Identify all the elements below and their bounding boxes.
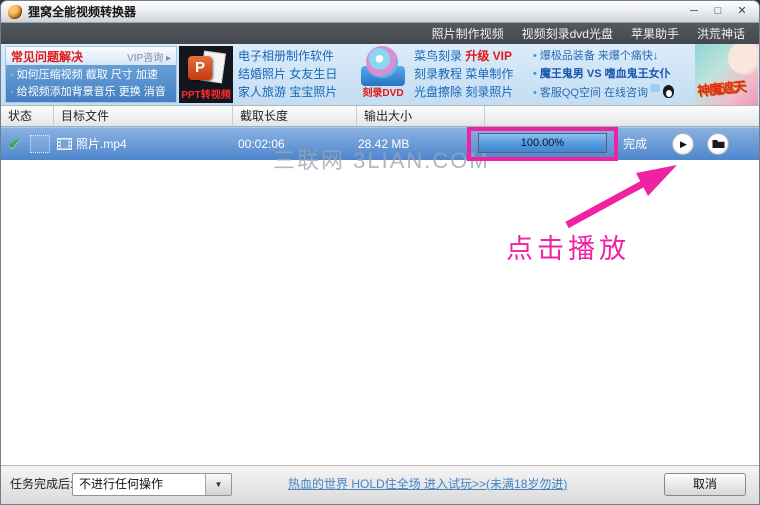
album-link-software[interactable]: 电子相册制作软件 bbox=[238, 47, 352, 65]
qq-penguin-icon bbox=[663, 85, 674, 98]
burn-link-newbie-label[interactable]: 菜鸟刻录 bbox=[414, 49, 465, 63]
column-header-output-size: 输出大小 bbox=[357, 106, 485, 126]
after-task-dropdown[interactable]: 不进行任何操作 ▼ bbox=[72, 473, 232, 496]
promo-game-link[interactable]: 热血的世界 HOLD住全场 进入试玩>>(未满18岁勿进) bbox=[288, 466, 567, 503]
ad-link-equipment[interactable]: •爆极品装备 来爆个痛快↓ bbox=[533, 47, 693, 65]
dvd-art bbox=[360, 46, 406, 86]
faq-links: ·如何压缩视频 截取 尺寸 加速 ·给视频添加背景音乐 更换 消音 bbox=[6, 65, 176, 102]
title-bar: 狸窝全能视频转换器 ─ □ ✕ bbox=[1, 1, 759, 23]
play-icon: ▶ bbox=[680, 139, 687, 150]
album-link-wedding[interactable]: 结婚照片 女友生日 bbox=[238, 65, 352, 83]
file-name: 照片.mp4 bbox=[76, 128, 127, 160]
burn-dvd-ad[interactable]: 刻录DVD bbox=[355, 46, 411, 103]
menu-item-apple-assistant[interactable]: 苹果助手 bbox=[631, 25, 679, 42]
ppt-logo-icon: P bbox=[188, 56, 212, 80]
film-icon bbox=[57, 138, 72, 150]
promo-banner: 常见问题解决 VIP咨询 ▸ ·如何压缩视频 截取 尺寸 加速 ·给视频添加背景… bbox=[1, 44, 759, 105]
bullet-icon: · bbox=[10, 86, 14, 98]
burn-link-newbie[interactable]: 菜鸟刻录 升级 VIP bbox=[414, 47, 530, 65]
success-check-icon: ✔ bbox=[8, 135, 21, 153]
app-logo-icon bbox=[8, 5, 22, 19]
bullet-icon: • bbox=[533, 87, 537, 99]
burn-link-tutorial[interactable]: 刻录教程 菜单制作 bbox=[414, 65, 530, 83]
faq-link-compress[interactable]: ·如何压缩视频 截取 尺寸 加速 bbox=[10, 67, 176, 84]
minimize-button[interactable]: ─ bbox=[685, 4, 703, 19]
menu-item-video-burn-dvd[interactable]: 视频刻录dvd光盘 bbox=[522, 25, 613, 42]
watermark: 三联网 3LIAN.COM bbox=[273, 143, 490, 175]
file-table-header: 状态 目标文件 截取长度 输出大小 bbox=[1, 105, 759, 127]
game-banner-title: 神魔遮天 bbox=[696, 76, 746, 100]
progress-bar: 100.00% bbox=[478, 133, 607, 153]
ad-link-qq-label[interactable]: 客服QQ空间 在线咨询 bbox=[540, 87, 648, 99]
faq-link-bgm-label[interactable]: 给视频添加背景音乐 更换 消音 bbox=[17, 86, 166, 98]
ppt-to-video-ad[interactable]: P PPT转视频 bbox=[179, 46, 233, 103]
menu-item-game-promo[interactable]: 洪荒神话 bbox=[697, 25, 745, 42]
album-link-family[interactable]: 家人旅游 宝宝照片 bbox=[238, 83, 352, 101]
faq-panel: 常见问题解决 VIP咨询 ▸ ·如何压缩视频 截取 尺寸 加速 ·给视频添加背景… bbox=[5, 46, 177, 103]
cancel-button[interactable]: 取消 bbox=[664, 473, 746, 496]
bullet-icon: • bbox=[533, 50, 537, 62]
menu-bar: 照片制作视频 视频刻录dvd光盘 苹果助手 洪荒神话 bbox=[1, 23, 759, 44]
folder-icon bbox=[712, 139, 725, 149]
close-button[interactable]: ✕ bbox=[733, 4, 751, 19]
chevron-down-icon[interactable]: ▼ bbox=[205, 474, 231, 495]
vip-consult-link[interactable]: VIP咨询 ▸ bbox=[127, 49, 171, 64]
photo-album-links: 电子相册制作软件 结婚照片 女友生日 家人旅游 宝宝照片 bbox=[238, 47, 352, 101]
window-controls: ─ □ ✕ bbox=[685, 4, 751, 19]
annotation-label: 点击播放 bbox=[506, 227, 630, 266]
game-character-image bbox=[728, 44, 758, 75]
faq-link-bgm[interactable]: ·给视频添加背景音乐 更换 消音 bbox=[10, 84, 176, 101]
open-folder-button[interactable] bbox=[707, 133, 729, 155]
bullet-icon: • bbox=[533, 68, 537, 80]
app-window: 狸窝全能视频转换器 ─ □ ✕ 照片制作视频 视频刻录dvd光盘 苹果助手 洪荒… bbox=[0, 0, 760, 505]
maximize-button[interactable]: □ bbox=[709, 4, 727, 19]
burn-links: 菜鸟刻录 升级 VIP 刻录教程 菜单制作 光盘擦除 刻录照片 bbox=[414, 47, 530, 101]
play-button[interactable]: ▶ bbox=[672, 133, 694, 155]
ppt-to-video-label[interactable]: PPT转视频 bbox=[181, 88, 230, 103]
ad-link-qq[interactable]: •客服QQ空间 在线咨询 bbox=[533, 83, 693, 102]
bottom-bar: 任务完成后: 不进行任何操作 ▼ 热血的世界 HOLD住全场 进入试玩>>(未满… bbox=[1, 465, 759, 504]
faq-link-compress-label[interactable]: 如何压缩视频 截取 尺寸 加速 bbox=[17, 69, 158, 81]
upgrade-vip-link[interactable]: 升级 VIP bbox=[465, 49, 512, 63]
column-header-status: 状态 bbox=[1, 106, 54, 126]
burn-dvd-label[interactable]: 刻录DVD bbox=[362, 86, 403, 101]
chat-bubble-icon bbox=[650, 84, 660, 92]
ad-link-vs[interactable]: •魔王鬼男 VS 嗜血鬼王女仆 bbox=[533, 65, 693, 83]
burn-link-erase[interactable]: 光盘擦除 刻录照片 bbox=[414, 83, 530, 101]
faq-header: 常见问题解决 VIP咨询 ▸ bbox=[6, 47, 176, 65]
ppt-art: P bbox=[186, 50, 226, 88]
column-header-target-file: 目标文件 bbox=[54, 106, 233, 126]
faq-title: 常见问题解决 bbox=[11, 48, 83, 65]
after-task-label: 任务完成后: bbox=[10, 466, 73, 503]
game-ad-links: •爆极品装备 来爆个痛快↓ •魔王鬼男 VS 嗜血鬼王女仆 •客服QQ空间 在线… bbox=[533, 47, 693, 102]
ad-link-vs-label[interactable]: 魔王鬼男 VS 嗜血鬼王女仆 bbox=[540, 68, 671, 80]
after-task-dropdown-value[interactable]: 不进行任何操作 bbox=[73, 474, 205, 495]
menu-item-photo-to-video[interactable]: 照片制作视频 bbox=[432, 25, 504, 42]
column-header-capture-length: 截取长度 bbox=[233, 106, 357, 126]
window-title: 狸窝全能视频转换器 bbox=[28, 3, 136, 20]
dvd-disc-icon bbox=[366, 46, 398, 78]
ad-link-equipment-label[interactable]: 爆极品装备 来爆个痛快↓ bbox=[540, 50, 659, 62]
row-checkbox[interactable] bbox=[30, 135, 50, 153]
game-banner-ad[interactable]: 神魔遮天 bbox=[695, 44, 758, 105]
bullet-icon: · bbox=[10, 69, 14, 81]
column-header-extra bbox=[485, 106, 759, 126]
